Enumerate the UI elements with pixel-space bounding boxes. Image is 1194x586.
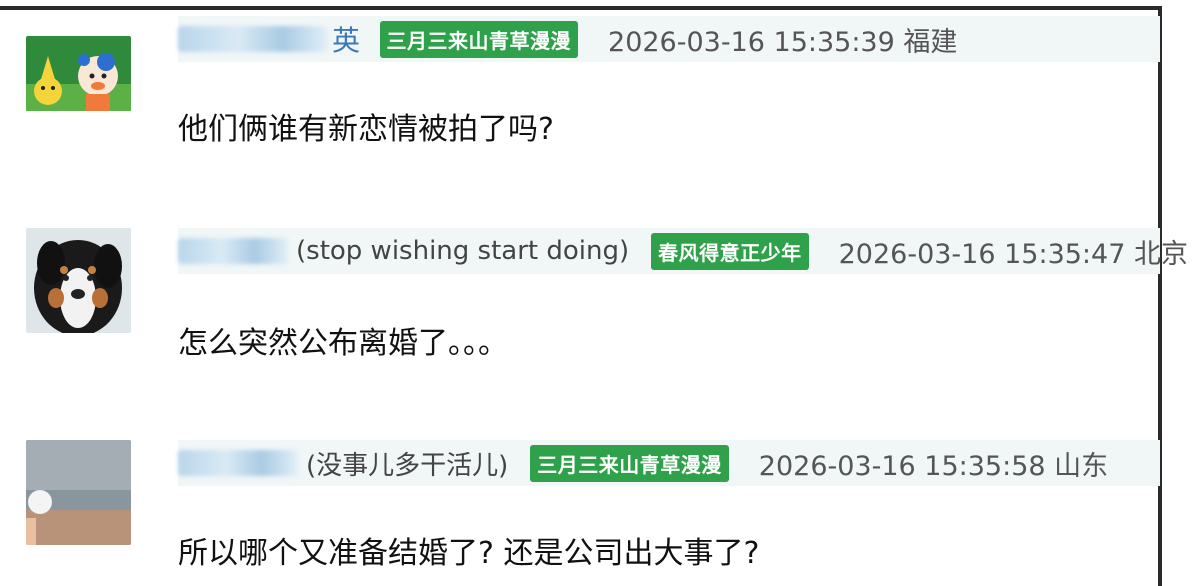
avatar[interactable] [26,440,131,545]
user-badge: 三月三来山青草漫漫 [379,20,579,58]
comment-time: 2026-03-16 15:35:47 [838,238,1126,270]
blurred-username [178,26,328,52]
comment-text: 所以哪个又准备结婚了? 还是公司出大事了? [178,536,760,571]
user-badge: 三月三来山青草漫漫 [530,444,729,482]
user-badge: 春风得意正少年 [651,232,809,270]
comment-time: 2026-03-16 15:35:58 [758,450,1046,482]
user-nickname: (没事儿多干活儿) [306,450,509,481]
comment-header: (没事儿多干活儿) 三月三来山青草漫漫 2026-03-16 15:35:58 … [178,440,1160,486]
photo-avatar-icon [26,440,131,545]
comment-text: 怎么突然公布离婚了。。。 [178,326,508,361]
user-nickname: (stop wishing start doing) [296,236,630,266]
username[interactable] [178,238,292,264]
comment-panel-frame [0,6,1162,586]
blurred-username [178,238,288,264]
blurred-username [178,450,298,476]
avatar[interactable] [26,36,131,141]
comment-header: (stop wishing start doing) 春风得意正少年 2026-… [178,228,1188,274]
comment-meta: 2026-03-16 15:35:39 福建 [608,20,957,59]
avatar[interactable] [26,228,131,333]
comment-location: 北京 [1133,238,1188,270]
comment-meta: 2026-03-16 15:35:47 北京 [839,232,1188,271]
comment-location: 福建 [903,26,958,58]
comment-time: 2026-03-16 15:35:39 [608,26,895,58]
pikachu-avatar-icon [26,36,131,111]
comment-header: 英 三月三来山青草漫漫 2026-03-16 15:35:39 福建 [178,16,1160,62]
username-text: 英 [332,24,360,57]
comment-location: 山东 [1054,450,1109,482]
dog-avatar-icon [26,228,131,333]
username[interactable]: 英 [178,19,360,59]
comment-meta: 2026-03-16 15:35:58 山东 [759,444,1108,483]
comment-text: 他们俩谁有新恋情被拍了吗? [178,112,554,147]
username[interactable] [178,450,302,476]
